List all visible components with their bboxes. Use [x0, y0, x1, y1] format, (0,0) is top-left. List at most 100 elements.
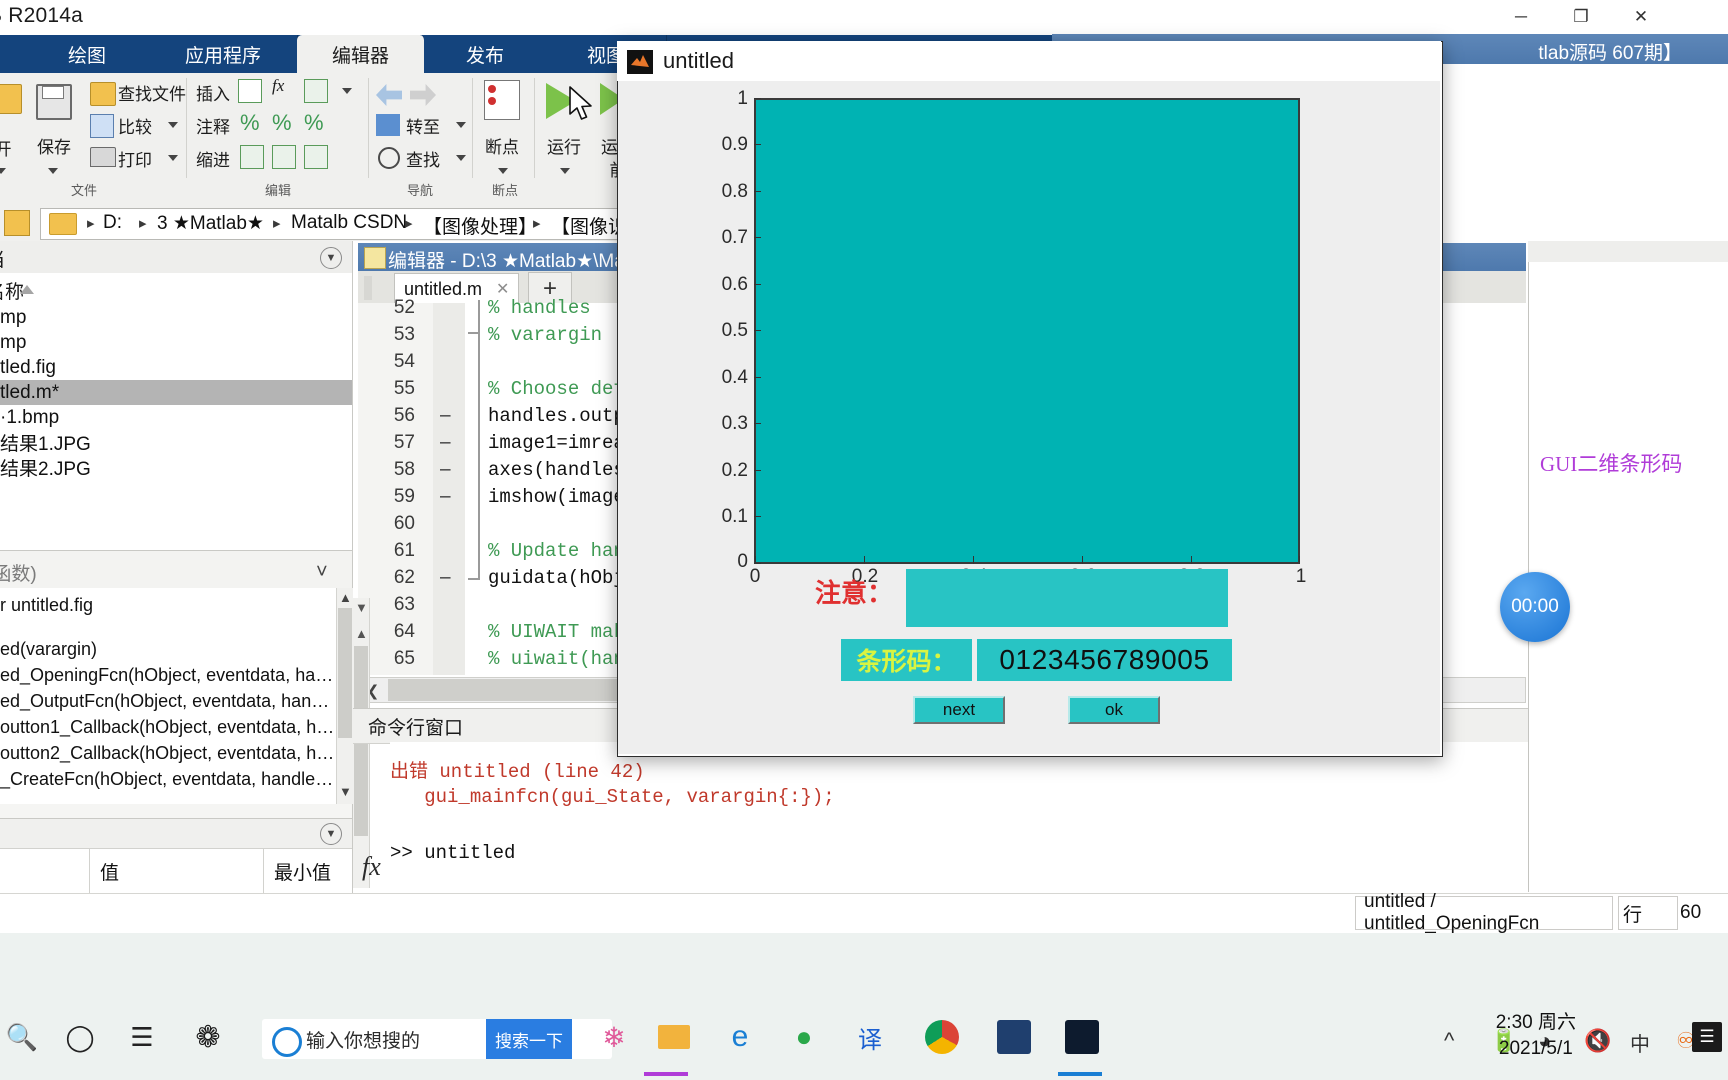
command-window-title: 命令行窗口 [368, 718, 464, 739]
clock-time: 2:30 周六 [1495, 1012, 1576, 1033]
workspace-col-value[interactable]: 值 [90, 849, 264, 894]
list-item[interactable]: ed_OutputFcn(hObject, eventdata, han… [0, 688, 336, 714]
matlab-icon-1[interactable] [992, 1015, 1036, 1059]
compare-label[interactable]: 比较 [118, 113, 152, 138]
function-list-scrollbar[interactable]: ▲ ▼ [336, 588, 353, 804]
y-tick-label: 0.5 [721, 320, 748, 341]
breadcrumb-matlab[interactable]: 3 ★Matlab★ [157, 212, 264, 235]
indent-smart-icon[interactable] [240, 145, 264, 169]
find-files-icon[interactable] [90, 82, 116, 106]
figure-axes[interactable] [754, 98, 1300, 564]
search-icon[interactable]: 🔍 [0, 1015, 44, 1059]
list-item[interactable]: tled.fig [0, 355, 352, 380]
workspace-options-icon[interactable]: ▼ [320, 823, 342, 845]
compare-icon[interactable] [90, 114, 114, 138]
list-item[interactable]: mp [0, 305, 352, 330]
command-line-error: 出错 untitled (line 42) [390, 761, 645, 783]
find-label[interactable]: 查找 [406, 146, 440, 171]
volume-muted-icon[interactable]: 🔇 [1584, 1028, 1611, 1054]
note-field[interactable] [906, 569, 1228, 627]
show-hidden-icons-icon[interactable]: ^ [1444, 1028, 1454, 1054]
fx-icon[interactable]: fx [272, 76, 284, 96]
task-view-icon[interactable]: ☰ [120, 1015, 164, 1059]
scroll-thumb[interactable] [338, 608, 352, 738]
goto-icon[interactable] [376, 114, 400, 136]
list-item[interactable]: _CreateFcn(hObject, eventdata, handle… [0, 766, 336, 792]
list-item[interactable]: ed_OpeningFcn(hObject, eventdata, ha… [0, 662, 336, 688]
breadcrumb-csdn[interactable]: Matalb CSDN [291, 212, 407, 234]
fx-icon[interactable]: fx [362, 852, 381, 882]
indent-left-icon[interactable] [304, 145, 328, 169]
notification-center-icon[interactable]: ☰ [1692, 1022, 1722, 1052]
list-item[interactable]: ·1.bmp [0, 405, 352, 430]
ribbon-tab-plot[interactable]: 绘图 [25, 35, 150, 73]
browse-folder-icon[interactable] [4, 210, 30, 236]
mouse-cursor [568, 86, 594, 129]
list-item[interactable]: ed(varargin) [0, 636, 336, 662]
uncomment-percent-icon[interactable]: % [272, 110, 292, 136]
ribbon-tab-editor[interactable]: 编辑器 [297, 35, 425, 73]
print-icon[interactable] [90, 147, 116, 167]
active-app-underline-2 [644, 1072, 688, 1076]
minimize-button[interactable]: ─ [1492, 0, 1550, 34]
taskbar-clock[interactable]: 2:30 周六 2021/5/1 [1496, 1010, 1576, 1062]
scroll-down-arrow-icon[interactable]: ▼ [355, 600, 368, 615]
list-item[interactable]: outton1_Callback(hObject, eventdata, h… [0, 714, 336, 740]
workspace-col-name[interactable] [0, 849, 90, 894]
search-icon[interactable] [378, 147, 400, 169]
indent-right-icon[interactable] [272, 145, 296, 169]
list-item[interactable]: 结果2.JPG [0, 455, 352, 480]
indent-label[interactable]: 缩进 [196, 146, 230, 171]
close-button[interactable]: ✕ [1612, 0, 1670, 34]
maximize-button[interactable]: ❐ [1552, 0, 1610, 34]
app-icon-pink[interactable]: ❄ [592, 1015, 636, 1059]
goto-label[interactable]: 转至 [406, 113, 440, 138]
scroll-down-arrow-icon[interactable]: ▼ [339, 784, 352, 799]
find-files-label[interactable]: 查找文件 [118, 80, 186, 105]
current-folder-list[interactable]: mp mp tled.fig tled.m* ·1.bmp 结果1.JPG 结果… [0, 305, 352, 550]
search-button[interactable]: 搜索一下 [486, 1019, 572, 1059]
open-icon[interactable] [0, 84, 22, 114]
workspace-col-min[interactable]: 最小值 [264, 849, 352, 894]
list-item[interactable]: r untitled.fig [0, 592, 336, 618]
scroll-up-arrow-icon[interactable]: ▲ [355, 626, 368, 641]
insert-label[interactable]: 插入 [196, 80, 230, 105]
matlab-icon-2[interactable] [1060, 1015, 1104, 1059]
input-method-icon[interactable]: 中 [1630, 1028, 1650, 1057]
chevron-down-icon[interactable]: ˅ [316, 561, 328, 584]
barcode-value-box[interactable]: 0123456789005 [977, 639, 1232, 681]
print-label[interactable]: 打印 [118, 146, 152, 171]
ok-button[interactable]: ok [1068, 696, 1160, 724]
cortana-circle-icon[interactable]: ◯ [58, 1015, 102, 1059]
scroll-up-arrow-icon[interactable]: ▲ [339, 590, 352, 605]
list-item[interactable]: outton2_Callback(hObject, eventdata, h… [0, 740, 336, 766]
crumb-sep-0: ▸ [87, 215, 95, 232]
list-item[interactable]: mp [0, 330, 352, 355]
file-explorer-icon[interactable] [652, 1015, 696, 1059]
close-icon[interactable]: ✕ [496, 279, 509, 299]
command-window-body[interactable]: 出错 untitled (line 42) gui_mainfcn(gui_St… [390, 742, 1528, 892]
edge-browser-icon[interactable]: e [718, 1015, 762, 1059]
insert-list-icon[interactable] [238, 79, 262, 103]
breadcrumb-imgproc[interactable]: 【图像处理】 [423, 212, 537, 239]
comment-label[interactable]: 注释 [196, 113, 230, 138]
next-button[interactable]: next [913, 696, 1005, 724]
breadcrumb-drive[interactable]: D: [103, 212, 122, 234]
function-browser-icon[interactable] [304, 79, 328, 103]
wechat-icon[interactable]: ● [782, 1015, 826, 1059]
list-item[interactable]: 结果1.JPG [0, 430, 352, 455]
chrome-icon[interactable] [920, 1015, 964, 1059]
ribbon-tab-apps[interactable]: 应用程序 [149, 35, 298, 73]
app-icon-logo[interactable]: ❁ [186, 1015, 230, 1059]
timer-badge[interactable]: 00:00 [1500, 572, 1570, 642]
list-item-selected[interactable]: tled.m* [0, 380, 352, 405]
function-list[interactable]: r untitled.fig ed(varargin) ed_OpeningFc… [0, 588, 336, 804]
translator-icon[interactable]: 译 [848, 1015, 892, 1059]
gui-doc-text: GUI二维条形码 [1540, 452, 1683, 476]
panel-options-icon[interactable]: ▼ [320, 247, 342, 269]
ribbon-tab-publish[interactable]: 发布 [424, 35, 547, 73]
sort-asc-icon [20, 285, 34, 294]
wrap-comment-icon[interactable]: % [304, 110, 324, 136]
editor-icon [364, 247, 386, 269]
comment-percent-icon[interactable]: % [240, 110, 260, 136]
